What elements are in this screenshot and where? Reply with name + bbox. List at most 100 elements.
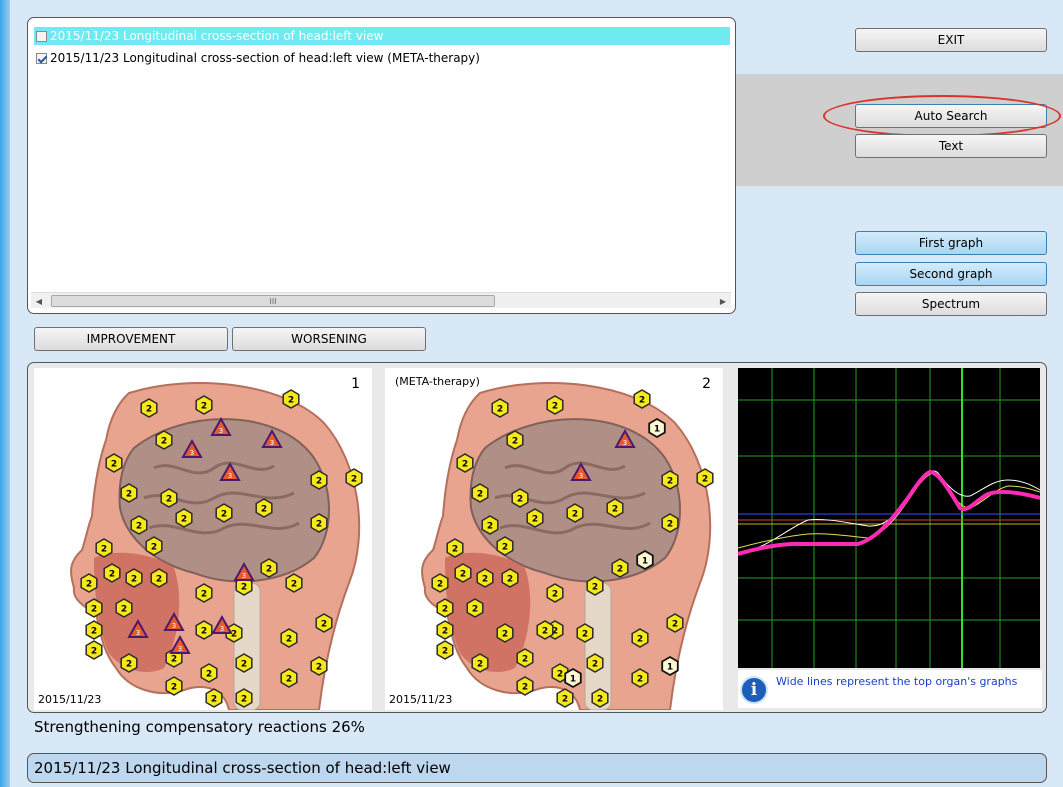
marker-level: 2 (702, 475, 708, 485)
marker-level: 2 (557, 670, 563, 680)
marker-level: 3 (623, 439, 627, 447)
second-graph-button[interactable]: Second graph (855, 262, 1047, 286)
marker-level: 2 (532, 515, 538, 525)
view-date: 2015/11/23 (38, 693, 102, 706)
graph-note: Wide lines represent the top organ's gra… (776, 675, 1018, 688)
marker-level: 2 (637, 635, 643, 645)
marker-level: 2 (201, 402, 207, 412)
view-title: (META-therapy) (395, 375, 480, 388)
graph-series-white (737, 470, 1041, 555)
marker-level: 1 (642, 557, 648, 567)
marker-level: 2 (487, 522, 493, 532)
graph-note-row: i Wide lines represent the top organ's g… (738, 670, 1042, 708)
marker-level: 2 (442, 627, 448, 637)
marker-level: 3 (220, 625, 224, 633)
marker-level: 2 (507, 575, 513, 585)
view-date: 2015/11/23 (389, 693, 453, 706)
marker-level: 2 (286, 675, 292, 685)
marker-level: 2 (572, 510, 578, 520)
marker-level: 2 (126, 660, 132, 670)
marker-level: 2 (136, 522, 142, 532)
marker-level: 2 (460, 570, 466, 580)
marker-level: 2 (517, 495, 523, 505)
marker-level: 2 (316, 520, 322, 530)
marker-level: 2 (552, 590, 558, 600)
marker-level: 2 (639, 396, 645, 406)
checkbox[interactable] (36, 30, 47, 42)
worsening-button[interactable]: WORSENING (232, 327, 426, 351)
marker-level: 2 (156, 575, 162, 585)
marker-level: 2 (241, 583, 247, 593)
marker-level: 2 (131, 575, 137, 585)
marker-level: 2 (151, 543, 157, 553)
marker-level: 2 (592, 583, 598, 593)
marker-level: 2 (592, 660, 598, 670)
first-graph-button[interactable]: First graph (855, 231, 1047, 255)
marker-level: 2 (291, 580, 297, 590)
marker-level: 2 (316, 663, 322, 673)
session-list[interactable]: 2015/11/23 Longitudinal cross-section of… (27, 17, 736, 314)
marker-level: 2 (637, 675, 643, 685)
marker-level: 2 (477, 490, 483, 500)
marker-level: 2 (617, 565, 623, 575)
marker-level: 2 (266, 565, 272, 575)
exit-button[interactable]: EXIT (855, 28, 1047, 52)
marker-level: 2 (171, 683, 177, 693)
list-item[interactable]: 2015/11/23 Longitudinal cross-section of… (34, 27, 730, 45)
marker-level: 2 (286, 635, 292, 645)
spectrum-graph[interactable] (737, 368, 1041, 668)
marker-level: 2 (497, 405, 503, 415)
marker-level: 2 (482, 575, 488, 585)
marker-level: 2 (91, 627, 97, 637)
horizontal-scrollbar[interactable]: ◀ III ▶ (31, 292, 731, 308)
marker-level: 2 (161, 437, 167, 447)
marker-level: 2 (261, 505, 267, 515)
view-number: 1 (351, 376, 360, 392)
marker-level: 2 (86, 580, 92, 590)
marker-level: 2 (472, 605, 478, 615)
head-view-1[interactable]: 2 2 2 2 2 2 2 2 2 2 2 2 2 2 2 2 2 2 2 2 2 2 2 2 2 2 2 2 2 2 2 2 2 2 2 2 2 2 2 2… (34, 368, 372, 710)
marker-level: 2 (316, 477, 322, 487)
spectrum-button[interactable]: Spectrum (855, 292, 1047, 316)
marker-level: 2 (126, 490, 132, 500)
marker-level: 2 (241, 695, 247, 705)
marker-level: 2 (241, 660, 247, 670)
scroll-thumb[interactable]: III (51, 295, 495, 307)
marker-level: 3 (228, 472, 232, 480)
marker-level: 2 (166, 495, 172, 505)
marker-level: 2 (221, 510, 227, 520)
marker-level: 2 (502, 543, 508, 553)
bottom-title-bar: 2015/11/23 Longitudinal cross-section of… (27, 753, 1047, 783)
info-icon: i (740, 676, 768, 704)
marker-level: 2 (542, 627, 548, 637)
marker-level: 2 (442, 605, 448, 615)
scroll-right-icon[interactable]: ▶ (715, 293, 731, 309)
marker-level: 2 (437, 580, 443, 590)
marker-level: 3 (190, 449, 194, 457)
marker-level: 2 (667, 477, 673, 487)
marker-level: 2 (171, 655, 177, 665)
status-text: Strengthening compensatory reactions 26% (34, 718, 365, 736)
marker-level: 2 (201, 627, 207, 637)
marker-level: 2 (462, 460, 468, 470)
improvement-button[interactable]: IMPROVEMENT (34, 327, 228, 351)
scroll-left-icon[interactable]: ◀ (31, 293, 47, 309)
list-item[interactable]: 2015/11/23 Longitudinal cross-section of… (34, 49, 480, 67)
checkbox[interactable] (36, 52, 47, 64)
marker-level: 2 (206, 670, 212, 680)
marker-level: 2 (146, 405, 152, 415)
marker-level: 2 (181, 515, 187, 525)
text-button[interactable]: Text (855, 134, 1047, 158)
window-edge (0, 0, 10, 787)
marker-level: 3 (178, 645, 182, 653)
marker-level: 2 (442, 647, 448, 657)
marker-level: 1 (570, 675, 576, 685)
head-view-2[interactable]: 2 2 2 2 2 2 2 2 2 2 2 2 2 2 2 2 2 2 2 2 2 2 2 2 2 2 2 2 2 2 2 2 2 2 2 2 2 2 2 2… (385, 368, 723, 710)
marker-level: 3 (136, 629, 140, 637)
marker-level: 3 (219, 427, 223, 435)
marker-level: 2 (477, 660, 483, 670)
marker-level: 2 (502, 630, 508, 640)
marker-level: 3 (579, 472, 583, 480)
marker-level: 1 (654, 425, 660, 435)
marker-level: 2 (597, 695, 603, 705)
